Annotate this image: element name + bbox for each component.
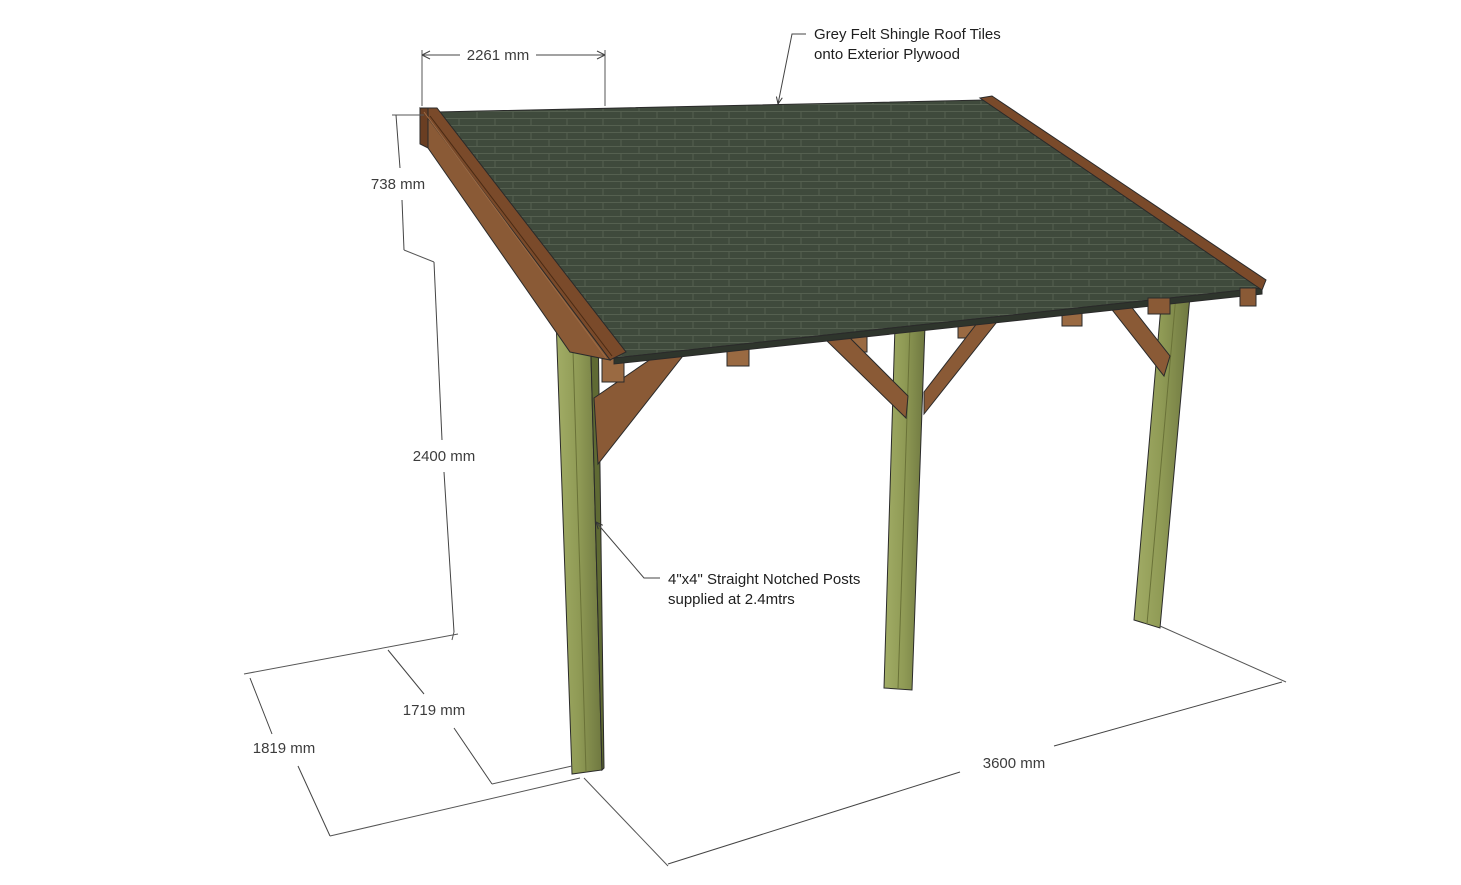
dim-label-post-height: 2400 mm xyxy=(413,448,476,465)
dim-length: 3600 mm xyxy=(583,625,1287,867)
dim-label-length: 3600 mm xyxy=(983,755,1046,772)
note-roof-line1: Grey Felt Shingle Roof Tiles xyxy=(814,26,1001,43)
dim-label-inner-depth: 1719 mm xyxy=(403,702,466,719)
note-posts-line1: 4"x4" Straight Notched Posts xyxy=(668,571,860,588)
dim-label-outer-depth: 1819 mm xyxy=(253,740,316,757)
dim-depth: 1719 mm 1819 mm xyxy=(243,633,581,837)
post-front xyxy=(555,317,605,775)
note-posts-line2: supplied at 2.4mtrs xyxy=(668,591,795,608)
rafter-end xyxy=(1147,297,1171,315)
dim-roof-overhang: 2261 mm xyxy=(421,47,606,106)
pergola-lean-to-diagram: 2261 mm 738 mm 2400 mm 1719 mm 1819 mm 3… xyxy=(243,26,1287,867)
note-posts: 4"x4" Straight Notched Posts supplied at… xyxy=(596,522,860,608)
note-roof-line2: onto Exterior Plywood xyxy=(814,46,960,63)
note-roof: Grey Felt Shingle Roof Tiles onto Exteri… xyxy=(778,26,1001,104)
dim-label-roof-rise: 738 mm xyxy=(371,176,425,193)
dim-label-roof-overhang: 2261 mm xyxy=(467,47,530,64)
dim-post-height: 2400 mm xyxy=(413,261,476,641)
rafter-end xyxy=(1239,287,1257,307)
